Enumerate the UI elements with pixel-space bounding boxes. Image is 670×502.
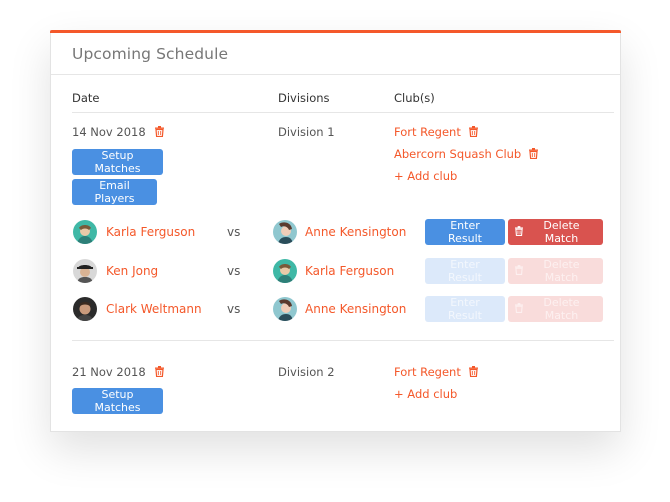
schedule-division: Division 1 — [278, 125, 335, 139]
delete-match-button[interactable]: Delete Match — [508, 296, 603, 322]
trash-icon[interactable] — [468, 366, 478, 377]
delete-match-button[interactable]: Delete Match — [508, 258, 603, 284]
player-name[interactable]: Anne Kensington — [305, 225, 406, 239]
enter-result-button[interactable]: Enter Result — [425, 258, 505, 284]
player-name[interactable]: Anne Kensington — [305, 302, 406, 316]
schedule-date: 21 Nov 2018 — [72, 365, 165, 379]
enter-result-button[interactable]: Enter Result — [425, 296, 505, 322]
avatar — [73, 297, 97, 321]
avatar — [73, 220, 97, 244]
vs-label: vs — [227, 264, 241, 278]
card-header: Upcoming Schedule — [51, 33, 620, 75]
trash-icon — [515, 264, 523, 278]
upcoming-schedule-card: Upcoming Schedule Date Divisions Club(s)… — [50, 30, 621, 432]
schedule-date: 14 Nov 2018 — [72, 125, 165, 139]
club-link[interactable]: Fort Regent — [394, 365, 478, 379]
trash-icon[interactable] — [155, 366, 165, 377]
vs-label: vs — [227, 225, 241, 239]
player-name[interactable]: Karla Ferguson — [106, 225, 195, 239]
match-row: Ken Jong vs Karla Ferguson Enter Result … — [72, 258, 614, 284]
schedule-divider — [72, 340, 614, 341]
avatar — [273, 220, 297, 244]
club-link[interactable]: Fort Regent — [394, 125, 478, 139]
delete-match-button[interactable]: Delete Match — [508, 219, 603, 245]
player-name[interactable]: Karla Ferguson — [305, 264, 394, 278]
setup-matches-button[interactable]: Setup Matches — [72, 388, 163, 414]
trash-icon — [515, 225, 523, 239]
header-divisions: Divisions — [278, 91, 330, 105]
club-link[interactable]: Abercorn Squash Club — [394, 147, 538, 161]
setup-matches-button[interactable]: Setup Matches — [72, 149, 163, 175]
add-club-link[interactable]: + Add club — [394, 169, 457, 183]
trash-icon[interactable] — [528, 148, 538, 159]
match-row: Clark Weltmann vs Anne Kensington Enter … — [72, 296, 614, 322]
player-name[interactable]: Clark Weltmann — [106, 302, 202, 316]
schedule-division: Division 2 — [278, 365, 335, 379]
header-clubs: Club(s) — [394, 91, 435, 105]
trash-icon[interactable] — [468, 126, 478, 137]
trash-icon — [515, 302, 523, 316]
email-players-button[interactable]: Email Players — [72, 179, 157, 205]
table-header-row: Date Divisions Club(s) — [72, 88, 614, 113]
vs-label: vs — [227, 302, 241, 316]
header-date: Date — [72, 91, 100, 105]
add-club-link[interactable]: + Add club — [394, 387, 457, 401]
match-row: Karla Ferguson vs Anne Kensington Enter … — [72, 219, 614, 245]
player-name[interactable]: Ken Jong — [106, 264, 158, 278]
trash-icon[interactable] — [155, 126, 165, 137]
card-title: Upcoming Schedule — [72, 44, 229, 63]
avatar — [73, 259, 97, 283]
enter-result-button[interactable]: Enter Result — [425, 219, 505, 245]
avatar — [273, 259, 297, 283]
avatar — [273, 297, 297, 321]
schedule-table: Date Divisions Club(s) 14 Nov 2018 Setup… — [72, 88, 614, 414]
